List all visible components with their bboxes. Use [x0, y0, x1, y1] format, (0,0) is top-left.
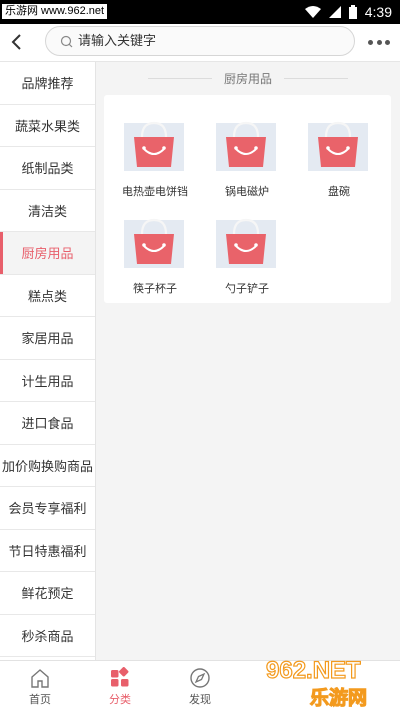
nav-discover[interactable]: 发现 — [160, 661, 240, 710]
sidebar-item-add-price-exchange[interactable]: 加价购换购商品 — [0, 445, 95, 487]
shopping-bag-icon — [124, 121, 184, 171]
shopping-bag-icon — [216, 218, 276, 268]
back-button[interactable] — [6, 28, 32, 56]
sidebar-item-holiday-deals[interactable]: 节日特惠福利 — [0, 530, 95, 572]
chevron-left-icon — [11, 34, 21, 50]
product-grid: 电热壶电饼铛 锅电磁炉 盘碗 筷子杯子 勺子铲子 — [104, 95, 391, 303]
product-item[interactable]: 电热壶电饼铛 — [110, 101, 200, 198]
sidebar-item-imported-food[interactable]: 进口食品 — [0, 402, 95, 445]
divider — [284, 77, 349, 79]
wifi-icon — [304, 6, 321, 18]
sidebar-item-member-benefits[interactable]: 会员专享福利 — [0, 487, 95, 530]
category-icon — [111, 667, 129, 687]
top-bar — [0, 24, 400, 62]
more-button[interactable] — [368, 33, 390, 51]
product-name: 电热壶电饼铛 — [122, 185, 188, 198]
search-input[interactable] — [78, 31, 338, 51]
nav-label: 发现 — [189, 693, 211, 706]
product-item[interactable]: 勺子铲子 — [202, 198, 292, 295]
search-icon — [60, 35, 73, 48]
home-icon — [31, 669, 49, 688]
sidebar-item-cleaning[interactable]: 清洁类 — [0, 190, 95, 232]
status-time: 4:39 — [364, 4, 392, 20]
sidebar-item-flash-sale[interactable]: 秒杀商品 — [0, 615, 95, 657]
category-sidebar: 品牌推荐 蔬菜水果类 纸制品类 清洁类 厨房用品 糕点类 家居用品 计生用品 进… — [0, 62, 96, 660]
section-header: 厨房用品 — [148, 70, 349, 86]
category-content: 厨房用品 电热壶电饼铛 锅电磁炉 盘碗 筷子杯子 勺子铲子 — [96, 62, 400, 660]
nav-label: 首页 — [29, 693, 51, 706]
sidebar-item-brand-recommend[interactable]: 品牌推荐 — [0, 62, 95, 105]
sidebar-item-vegetables-fruits[interactable]: 蔬菜水果类 — [0, 105, 95, 147]
compass-icon — [190, 668, 210, 688]
sidebar-item-family-planning[interactable]: 计生用品 — [0, 360, 95, 402]
nav-category[interactable]: 分类 — [80, 661, 160, 710]
product-name: 勺子铲子 — [225, 282, 269, 295]
sidebar-item-home-goods[interactable]: 家居用品 — [0, 317, 95, 360]
more-dot — [368, 39, 373, 45]
battery-icon — [348, 5, 357, 19]
product-item[interactable]: 锅电磁炉 — [202, 101, 292, 198]
sidebar-item-paper-products[interactable]: 纸制品类 — [0, 147, 95, 190]
sidebar-item-kitchen[interactable]: 厨房用品 — [0, 232, 95, 275]
sidebar-item-flower-booking[interactable]: 鲜花预定 — [0, 572, 95, 615]
shopping-bag-icon — [124, 218, 184, 268]
more-dot — [376, 39, 382, 45]
shopping-bag-icon — [216, 121, 276, 171]
nav-label: 分类 — [109, 693, 131, 706]
watermark-text: 乐游网 www.962.net — [2, 4, 108, 19]
bottom-nav: 首页 分类 发现 — [0, 660, 400, 710]
product-name: 锅电磁炉 — [225, 185, 269, 198]
product-name: 筷子杯子 — [133, 282, 177, 295]
status-icons: 4:39 — [304, 0, 392, 24]
nav-home[interactable]: 首页 — [0, 661, 80, 710]
divider — [148, 77, 212, 79]
sidebar-item-pastry[interactable]: 糕点类 — [0, 275, 95, 317]
product-name: 盘碗 — [328, 185, 350, 198]
shopping-bag-icon — [308, 121, 368, 171]
status-bar: 乐游网 www.962.net 4:39 — [0, 0, 400, 24]
product-item[interactable]: 筷子杯子 — [110, 198, 200, 295]
signal-icon — [328, 6, 341, 18]
section-title: 厨房用品 — [224, 71, 273, 86]
product-item[interactable]: 盘碗 — [294, 101, 384, 198]
search-box[interactable] — [45, 26, 355, 56]
more-dot — [385, 39, 390, 45]
